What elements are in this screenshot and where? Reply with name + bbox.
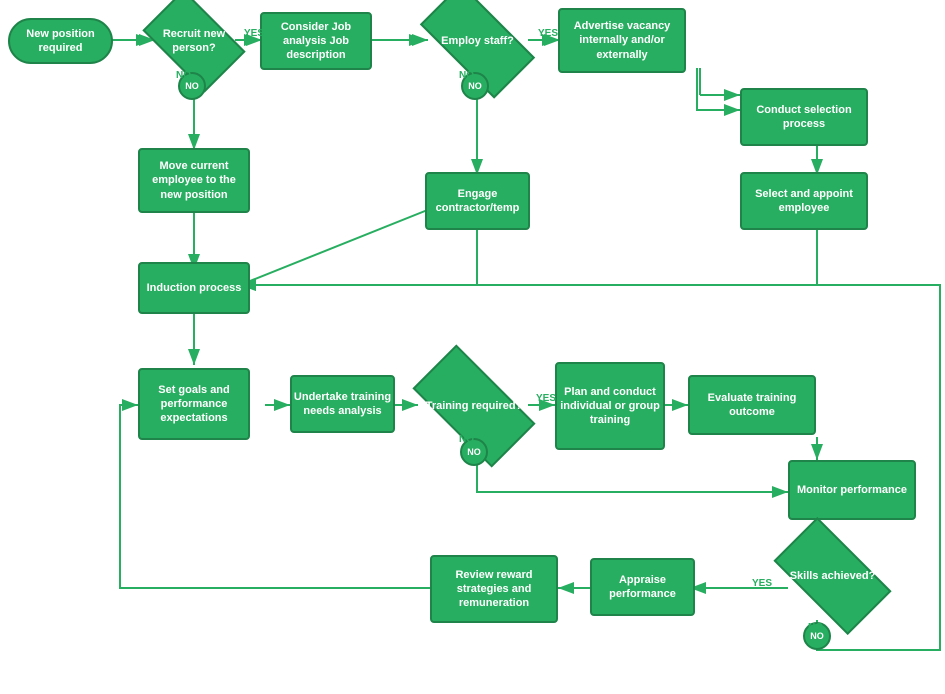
yes1-label: YES bbox=[244, 28, 264, 39]
no2-label: NO bbox=[459, 70, 474, 81]
review-reward-node: Review reward strategies and remuneratio… bbox=[430, 555, 558, 623]
advertise-node: Advertise vacancy internally and/or exte… bbox=[558, 8, 686, 73]
appraise-node: Appraise performance bbox=[590, 558, 695, 616]
plan-training-node: Plan and conduct individual or group tra… bbox=[555, 362, 665, 450]
recruit-node: Recruit new person? bbox=[150, 12, 238, 70]
no4-label: NO bbox=[808, 622, 823, 633]
select-appoint-node: Select and appoint employee bbox=[740, 172, 868, 230]
monitor-performance-node: Monitor performance bbox=[788, 460, 916, 520]
skills-achieved-node: Skills achieved? bbox=[780, 545, 885, 607]
move-employee-node: Move current employee to the new positio… bbox=[138, 148, 250, 213]
flowchart: New position required Recruit new person… bbox=[0, 0, 945, 694]
yes2-label: YES bbox=[538, 28, 558, 39]
engage-contractor-node: Engage contractor/temp bbox=[425, 172, 530, 230]
induction-node: Induction process bbox=[138, 262, 250, 314]
employ-node: Employ staff? bbox=[425, 12, 530, 70]
conduct-selection-node: Conduct selection process bbox=[740, 88, 868, 146]
evaluate-training-node: Evaluate training outcome bbox=[688, 375, 816, 435]
yes4-label: YES bbox=[752, 578, 772, 589]
no3-label: NO bbox=[459, 434, 474, 445]
new-position-node: New position required bbox=[8, 18, 113, 64]
yes3-label: YES bbox=[536, 393, 556, 404]
no1-label: NO bbox=[176, 70, 191, 81]
consider-node: Consider Job analysis Job description bbox=[260, 12, 372, 70]
training-required-node: Training required? bbox=[418, 375, 530, 437]
set-goals-node: Set goals and performance expectations bbox=[138, 368, 250, 440]
training-needs-node: Undertake training needs analysis bbox=[290, 375, 395, 433]
